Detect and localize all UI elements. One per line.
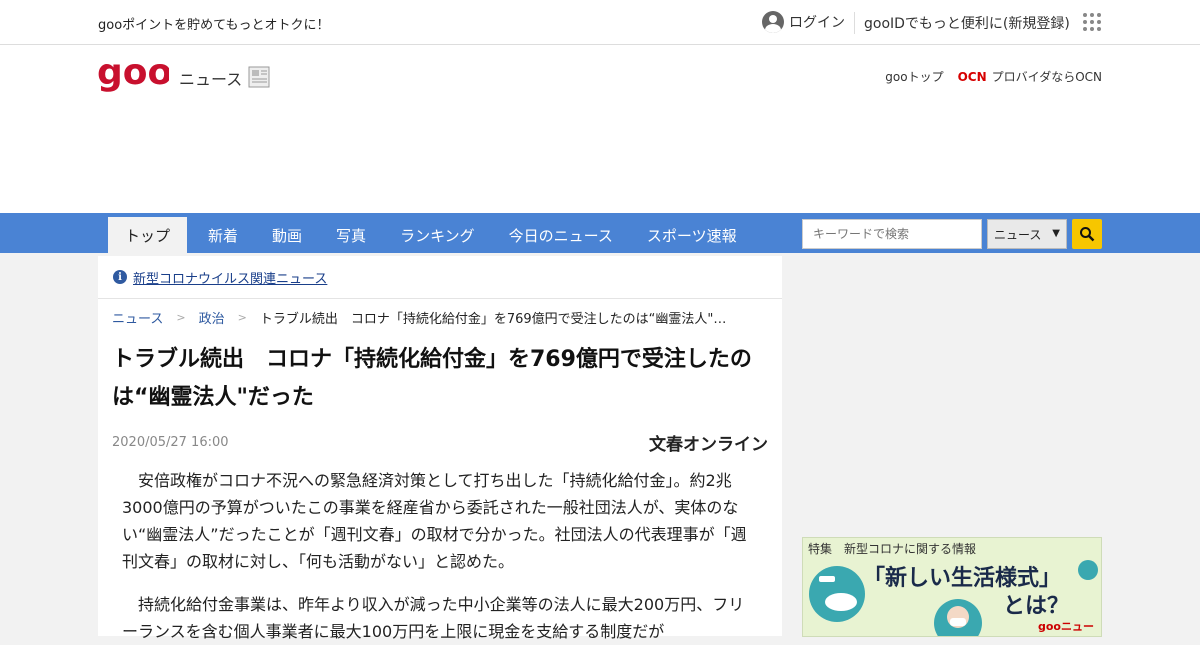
source-logo[interactable]: 文春オンライン [649, 430, 768, 455]
main-nav: トップ 新着 動画 写真 ランキング 今日のニュース スポーツ速報 ニュース ▼ [0, 213, 1200, 253]
tab-photo[interactable]: 写真 [319, 217, 383, 253]
site-header: goo ニュース gooトップ OCN プロバイダならOCN [0, 45, 1200, 213]
article-date: 2020/05/27 16:00 [112, 435, 229, 450]
article-column: i 新型コロナウイルス関連ニュース ニュース > 政治 > トラブル続出 コロナ… [98, 256, 782, 641]
breadcrumb-current: トラブル続出 コロナ「持続化給付金」を769億円で受注したのは“幽霊法人"… [259, 311, 727, 327]
goo-top-link[interactable]: gooトップ [885, 68, 943, 85]
caret-down-icon: ▼ [1052, 228, 1060, 239]
covid-notice: i 新型コロナウイルス関連ニュース [98, 256, 782, 299]
tab-top[interactable]: トップ [108, 217, 188, 253]
divider [854, 12, 855, 34]
breadcrumb-politics[interactable]: 政治 [199, 308, 225, 327]
goo-logo-text: goo [97, 53, 169, 93]
points-promo-link[interactable]: gooポイントを貯めてもっとオトクに！ [98, 14, 330, 33]
search-input[interactable] [802, 219, 982, 249]
new-lifestyle-banner[interactable]: 特集 新型コロナに関する情報 「新しい生活様式」 とは？ gooニュース [802, 537, 1102, 637]
hand-washing-icon [809, 566, 865, 622]
article-meta: 2020/05/27 16:00 文春オンライン [98, 423, 782, 463]
search-button[interactable] [1072, 219, 1102, 249]
tab-latest[interactable]: 新着 [191, 217, 255, 253]
breadcrumb-separator-icon: > [237, 310, 247, 324]
banner-tag: 特集 新型コロナに関する情報 [808, 542, 977, 556]
masked-person-icon [934, 599, 982, 636]
tab-today-news[interactable]: 今日のニュース [492, 217, 630, 253]
article-paragraph: 持続化給付金事業は、昨年より収入が減った中小企業等の法人に最大200万円、フリー… [122, 595, 745, 641]
covid-news-link[interactable]: 新型コロナウイルス関連ニュース [133, 268, 327, 287]
search-scope-value: ニュース [994, 227, 1042, 242]
search-icon [1080, 227, 1095, 242]
login-label: ログイン [789, 15, 845, 31]
header-links: gooトップ OCN プロバイダならOCN [885, 68, 1102, 85]
top-strip: gooポイントを貯めてもっとオトクに！ ログイン gooIDでもっと便利に(新規… [0, 0, 1200, 45]
breadcrumb-news[interactable]: ニュース [112, 308, 163, 327]
tab-ranking[interactable]: ランキング [383, 217, 492, 253]
decorative-dot-icon [1078, 560, 1098, 580]
ocn-provider-link[interactable]: プロバイダならOCN [992, 68, 1102, 85]
apps-grid-icon[interactable] [1083, 13, 1101, 31]
news-section-label: ニュース [179, 70, 243, 89]
tab-sports[interactable]: スポーツ速報 [630, 217, 754, 253]
search-scope-select[interactable]: ニュース ▼ [987, 219, 1067, 249]
register-link[interactable]: gooIDでもっと便利に(新規登録) [864, 13, 1070, 33]
ocn-logo-icon: OCN [957, 69, 987, 84]
goo-logo-icon: goo [97, 53, 169, 93]
banner-brand: gooニュース [1038, 620, 1094, 633]
article-body: 安倍政権がコロナ不況への緊急経済対策として打ち出した「持続化給付金」。約2兆30… [98, 463, 782, 645]
banner-subtitle: とは？ [1003, 594, 1070, 619]
tab-video[interactable]: 動画 [255, 217, 319, 253]
breadcrumb-separator-icon: > [176, 310, 186, 324]
article-paragraph: 安倍政権がコロナ不況への緊急経済対策として打ち出した「持続化給付金」。約2兆30… [122, 471, 747, 571]
info-icon: i [113, 270, 127, 284]
breadcrumb: ニュース > 政治 > トラブル続出 コロナ「持続化給付金」を769億円で受注し… [98, 299, 782, 335]
nav-tabs: トップ 新着 動画 写真 ランキング 今日のニュース スポーツ速報 [108, 213, 754, 253]
login-link[interactable]: ログイン [762, 11, 845, 33]
article-headline: トラブル続出 コロナ「持続化給付金」を769億円で受注したのは“幽霊法人"だった [112, 347, 752, 410]
newspaper-icon [248, 66, 270, 88]
user-avatar-icon [762, 11, 784, 33]
